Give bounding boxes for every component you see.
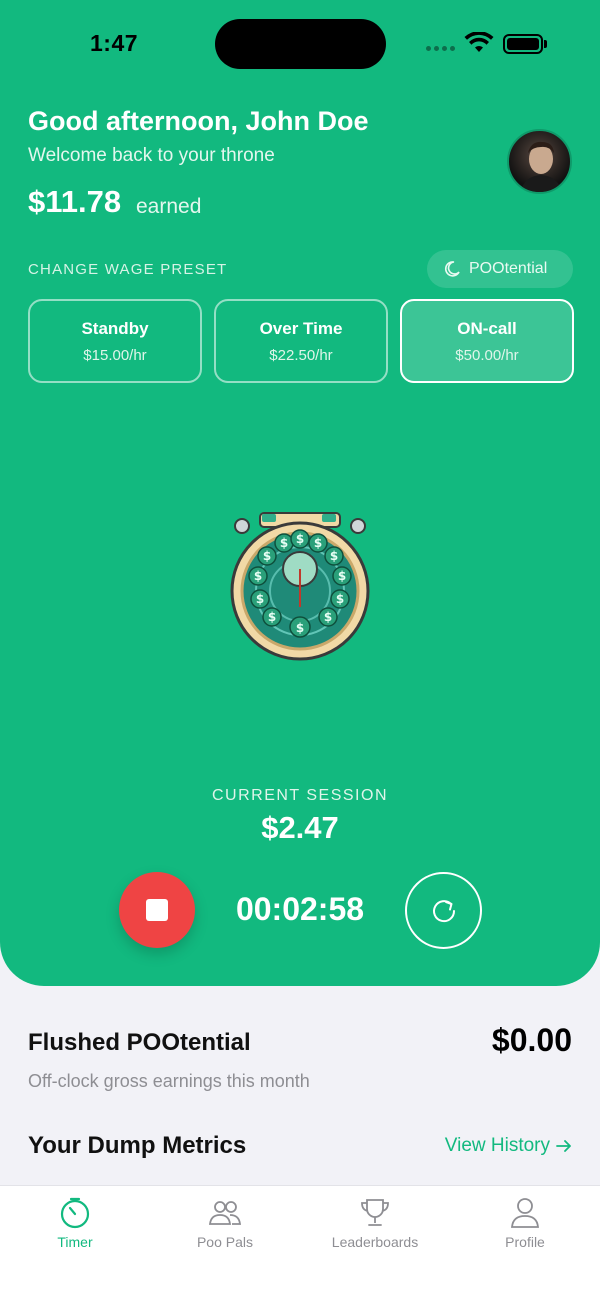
tab-timer[interactable]: Timer <box>0 1186 150 1298</box>
dynamic-island <box>215 19 386 69</box>
arrow-right-icon <box>556 1140 571 1152</box>
avatar[interactable] <box>507 129 572 194</box>
stop-icon <box>146 899 168 921</box>
tab-leaderboards[interactable]: Leaderboards <box>300 1186 450 1298</box>
svg-text:$: $ <box>263 549 271 563</box>
tab-poo-pals[interactable]: Poo Pals <box>150 1186 300 1298</box>
signal-icon <box>426 46 455 51</box>
tab-profile[interactable]: Profile <box>450 1186 600 1298</box>
timer-icon <box>60 1197 90 1229</box>
preset-on-call[interactable]: ON-call $50.00/hr <box>400 299 574 383</box>
svg-text:$: $ <box>324 610 332 624</box>
money-toilet-timer-illustration: $$ $ $$$ $$$ $$$ <box>230 512 370 661</box>
wage-preset-label: CHANGE WAGE PRESET <box>28 261 228 278</box>
svg-text:$: $ <box>254 569 262 583</box>
wage-presets: Standby $15.00/hr Over Time $22.50/hr ON… <box>28 299 574 383</box>
trophy-icon <box>361 1199 389 1226</box>
welcome-text: Welcome back to your throne <box>28 145 275 166</box>
earned-label: earned <box>136 195 202 218</box>
tab-label: Profile <box>505 1234 545 1250</box>
preset-rate: $15.00/hr <box>83 346 147 364</box>
preset-standby[interactable]: Standby $15.00/hr <box>28 299 202 383</box>
svg-text:$: $ <box>256 592 264 606</box>
preset-over-time[interactable]: Over Time $22.50/hr <box>214 299 388 383</box>
battery-tip <box>544 40 547 48</box>
view-history-link[interactable]: View History <box>445 1135 572 1157</box>
dump-metrics-title: Your Dump Metrics <box>28 1132 247 1159</box>
moon-icon <box>444 261 460 277</box>
tab-label: Leaderboards <box>331 1234 419 1250</box>
svg-text:$: $ <box>296 532 304 546</box>
status-time: 1:47 <box>90 30 139 56</box>
people-icon <box>208 1201 242 1225</box>
refresh-icon <box>432 899 455 922</box>
person-icon <box>511 1198 539 1228</box>
tab-label: Timer <box>57 1234 93 1250</box>
elapsed-time: 00:02:58 <box>235 891 365 927</box>
tab-bar: Timer Poo Pals Leaderboards Profile <box>0 1185 600 1298</box>
pootential-label: POOtential <box>469 260 548 277</box>
greeting-title: Good afternoon, John Doe <box>28 106 369 136</box>
preset-name: ON-call <box>457 318 517 338</box>
svg-text:$: $ <box>336 592 344 606</box>
tab-label: Poo Pals <box>196 1234 254 1250</box>
view-history-label: View History <box>444 1135 550 1156</box>
preset-rate: $22.50/hr <box>269 346 333 364</box>
svg-text:$: $ <box>268 610 276 624</box>
reset-button[interactable] <box>405 872 482 949</box>
earned-amount: $11.78 <box>28 184 122 219</box>
flushed-pootential-subtitle: Off-clock gross earnings this month <box>28 1071 310 1091</box>
battery-icon <box>503 34 543 54</box>
wifi-icon <box>464 32 494 52</box>
pootential-button[interactable]: POOtential <box>427 250 573 288</box>
preset-rate: $50.00/hr <box>455 346 519 364</box>
svg-text:$: $ <box>296 621 304 635</box>
svg-text:$: $ <box>280 536 288 550</box>
flushed-pootential-title: Flushed POOtential <box>28 1029 251 1056</box>
avatar-photo <box>520 141 563 192</box>
current-session-label: CURRENT SESSION <box>211 787 388 804</box>
stop-button[interactable] <box>119 872 195 948</box>
hero-panel: 1:47 Good afternoon, John Doe Welcome ba… <box>0 0 600 986</box>
current-session-amount: $2.47 <box>261 810 339 845</box>
preset-name: Over Time <box>259 318 343 338</box>
flushed-pootential-amount: $0.00 <box>491 1022 572 1058</box>
svg-text:$: $ <box>330 549 338 563</box>
svg-text:$: $ <box>314 536 322 550</box>
svg-text:$: $ <box>338 569 346 583</box>
preset-name: Standby <box>81 318 149 338</box>
